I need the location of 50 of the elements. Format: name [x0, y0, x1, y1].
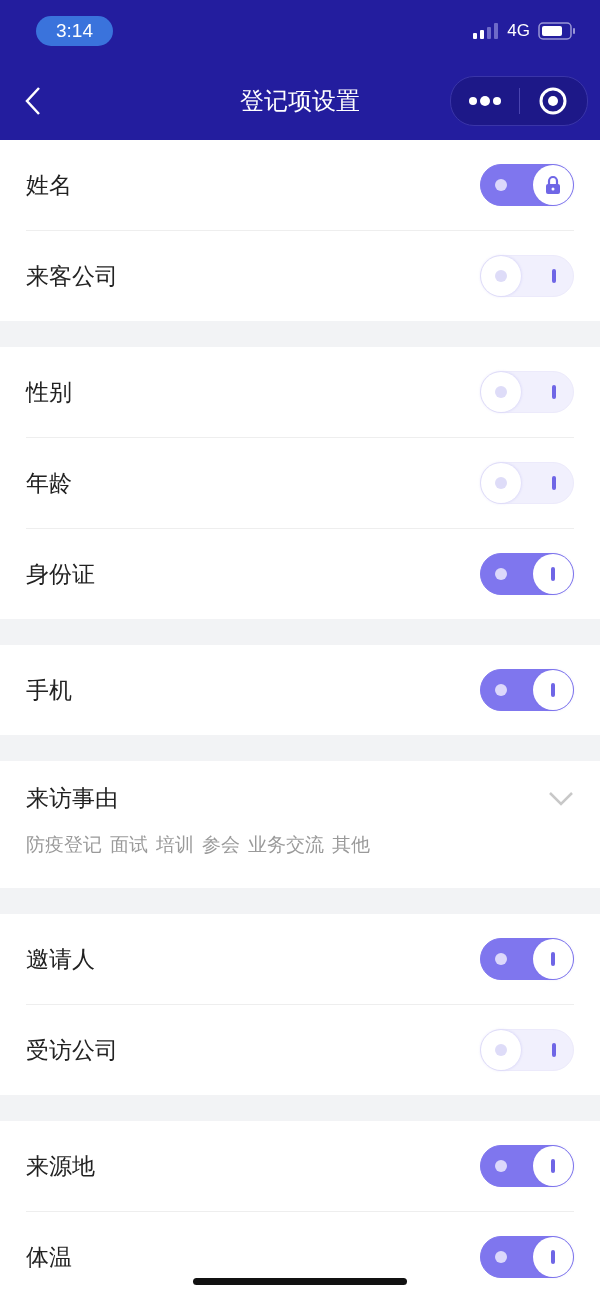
- field-label: 体温: [26, 1242, 72, 1272]
- option-label: 业务交流: [248, 832, 324, 857]
- dot-icon: [495, 684, 507, 696]
- option-label: 参会: [202, 832, 240, 857]
- bar-icon: [552, 476, 556, 490]
- page-title: 登记项设置: [240, 86, 360, 117]
- bar-icon: [552, 1043, 556, 1057]
- toggle-switch[interactable]: [480, 1145, 574, 1187]
- bar-icon: [551, 683, 555, 697]
- dot-icon: [495, 270, 507, 282]
- option-label: 防疫登记: [26, 832, 102, 857]
- bar-icon: [551, 1159, 555, 1173]
- toggle-switch[interactable]: [480, 938, 574, 980]
- field-label: 身份证: [26, 559, 95, 589]
- field-label: 受访公司: [26, 1035, 118, 1065]
- option-label: 培训: [156, 832, 194, 857]
- field-label: 年龄: [26, 468, 72, 498]
- bar-icon: [551, 952, 555, 966]
- option-label: 面试: [110, 832, 148, 857]
- bar-icon: [551, 1250, 555, 1264]
- field-label: 来访事由: [26, 784, 118, 813]
- toggle-switch[interactable]: [480, 1236, 574, 1278]
- dot-icon: [495, 1160, 507, 1172]
- signal-icon: [473, 23, 500, 39]
- more-icon[interactable]: [467, 95, 502, 107]
- bar-icon: [552, 269, 556, 283]
- toggle-switch[interactable]: [480, 164, 574, 206]
- field-label: 邀请人: [26, 944, 95, 974]
- dot-icon: [495, 386, 507, 398]
- dot-icon: [495, 477, 507, 489]
- back-icon[interactable]: [24, 86, 42, 116]
- field-label: 姓名: [26, 170, 72, 200]
- lock-icon: [543, 175, 563, 195]
- dot-icon: [495, 1251, 507, 1263]
- field-label: 来客公司: [26, 261, 118, 291]
- dot-icon: [495, 1044, 507, 1056]
- bar-icon: [551, 567, 555, 581]
- field-label: 性别: [26, 377, 72, 407]
- field-label: 来源地: [26, 1151, 95, 1181]
- bar-icon: [552, 385, 556, 399]
- battery-icon: [538, 22, 576, 40]
- toggle-switch[interactable]: [480, 669, 574, 711]
- toggle-switch[interactable]: [480, 553, 574, 595]
- option-label: 其他: [332, 832, 370, 857]
- status-time: 3:14: [36, 16, 113, 46]
- dot-icon: [495, 953, 507, 965]
- network-label: 4G: [507, 21, 530, 41]
- field-label: 手机: [26, 675, 72, 705]
- dot-icon: [495, 568, 507, 580]
- dot-icon: [495, 179, 507, 191]
